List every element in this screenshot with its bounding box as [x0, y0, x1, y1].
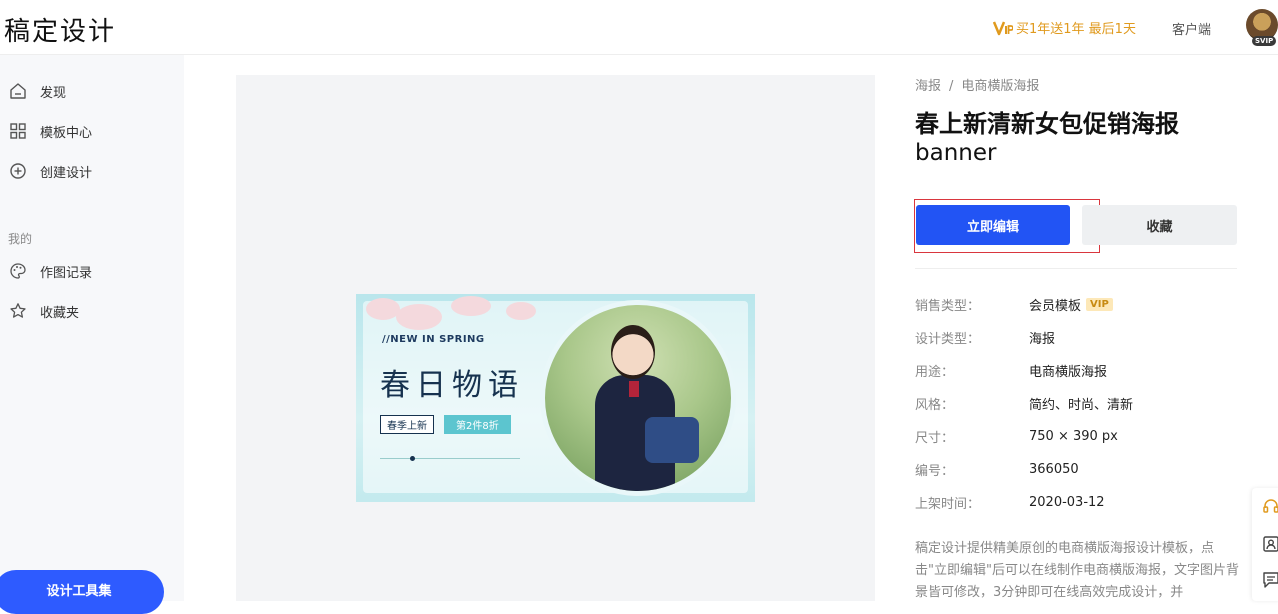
banner-progress-dot [410, 456, 415, 461]
edit-now-button[interactable]: 立即编辑 [916, 205, 1070, 245]
attr-value: 会员模板 [1029, 295, 1081, 314]
message-icon[interactable] [1262, 571, 1278, 589]
sidebar-item-label: 收藏夹 [40, 302, 79, 321]
attr-key: 风格： [915, 394, 1029, 413]
breadcrumb-separator: / [949, 79, 953, 94]
page-title: 春上新清新女包促销海报 [915, 104, 1245, 139]
blossom-decoration [451, 296, 491, 316]
attr-key: 设计类型： [915, 328, 1029, 347]
attr-value[interactable]: 电商横版海报 [1029, 361, 1107, 380]
promo-text: 买1年送1年 最后1天 [1016, 18, 1136, 37]
photo-figure-bag [645, 417, 699, 463]
breadcrumb: 海报 / 电商横版海报 [915, 75, 1039, 94]
divider [915, 268, 1237, 269]
banner-tagline: //NEW IN SPRING [382, 334, 485, 345]
home-icon [9, 82, 27, 100]
attr-row-id: 编号： 366050 [915, 459, 1079, 479]
banner-pill-discount: 第2件8折 [444, 415, 511, 434]
contact-card-icon[interactable] [1262, 535, 1278, 553]
vip-icon [993, 20, 1013, 36]
blossom-decoration [506, 302, 536, 320]
client-download-link[interactable]: 客户端 [1172, 19, 1211, 38]
vip-badge: VIP [1086, 298, 1113, 311]
attr-row-style: 风格： 简约、时尚、清新 [915, 393, 1133, 413]
attr-value: 366050 [1029, 462, 1079, 477]
sidebar-item-label: 作图记录 [40, 262, 92, 281]
favorite-button[interactable]: 收藏 [1082, 205, 1237, 245]
attr-value: 2020-03-12 [1029, 495, 1105, 510]
design-toolkit-button[interactable]: 设计工具集 [0, 570, 164, 614]
attr-key: 编号： [915, 460, 1029, 479]
page-subtitle: banner [915, 140, 996, 166]
attr-key: 用途： [915, 361, 1029, 380]
template-preview-area: //NEW IN SPRING 春日物语 春季上新 第2件8折 [236, 75, 875, 601]
star-icon [9, 302, 27, 320]
sidebar-item-history[interactable]: 作图记录 [0, 251, 184, 291]
banner-pill-new: 春季上新 [380, 415, 434, 434]
sidebar-item-favorites[interactable]: 收藏夹 [0, 291, 184, 331]
breadcrumb-item[interactable]: 海报 [915, 79, 941, 94]
sidebar-item-discover[interactable]: 发现 [0, 71, 184, 111]
floating-toolbar [1252, 488, 1278, 601]
top-bar: 稿定设计 买1年送1年 最后1天 客户端 SVIP [0, 0, 1278, 55]
photo-figure-head [611, 325, 655, 379]
sidebar-item-label: 创建设计 [40, 162, 92, 181]
sidebar-item-label: 发现 [40, 82, 66, 101]
photo-figure-tie [629, 381, 639, 397]
attr-row-design-type: 设计类型： 海报 [915, 327, 1055, 347]
sidebar-item-create[interactable]: 创建设计 [0, 151, 184, 191]
my-section-label: 我的 [8, 230, 32, 247]
attr-value: 简约、时尚、清新 [1029, 394, 1133, 413]
template-preview-image[interactable]: //NEW IN SPRING 春日物语 春季上新 第2件8折 [356, 294, 755, 502]
attr-value: 750 × 390 px [1029, 429, 1118, 444]
template-description: 稿定设计提供精美原创的电商横版海报设计模板，点击"立即编辑"后可以在线制作电商横… [915, 538, 1240, 604]
banner-title: 春日物语 [380, 360, 524, 404]
blossom-decoration [366, 298, 400, 320]
attr-value[interactable]: 海报 [1029, 328, 1055, 347]
attr-row-date: 上架时间： 2020-03-12 [915, 492, 1105, 512]
attr-key: 销售类型： [915, 295, 1029, 314]
sidebar-item-label: 模板中心 [40, 122, 92, 141]
plus-circle-icon [9, 162, 27, 180]
sidebar-item-templates[interactable]: 模板中心 [0, 111, 184, 151]
grid-icon [9, 122, 27, 140]
attr-row-sale-type: 销售类型： 会员模板 VIP [915, 294, 1113, 314]
banner-progress-track [380, 458, 520, 459]
attr-key: 上架时间： [915, 493, 1029, 512]
vip-promo-link[interactable]: 买1年送1年 最后1天 [993, 18, 1136, 37]
breadcrumb-item[interactable]: 电商横版海报 [961, 79, 1039, 94]
attr-key: 尺寸： [915, 427, 1029, 446]
headset-icon[interactable] [1262, 498, 1278, 516]
banner-photo [540, 300, 736, 496]
attr-row-size: 尺寸： 750 × 390 px [915, 426, 1118, 446]
attr-row-usage: 用途： 电商横版海报 [915, 360, 1107, 380]
svip-badge: SVIP [1252, 36, 1276, 46]
blossom-decoration [396, 304, 442, 330]
sidebar: 发现 模板中心 创建设计 我的 作图记录 收藏夹 设计工具集 [0, 55, 184, 601]
logo[interactable]: 稿定设计 [4, 11, 116, 48]
palette-icon [9, 262, 27, 280]
